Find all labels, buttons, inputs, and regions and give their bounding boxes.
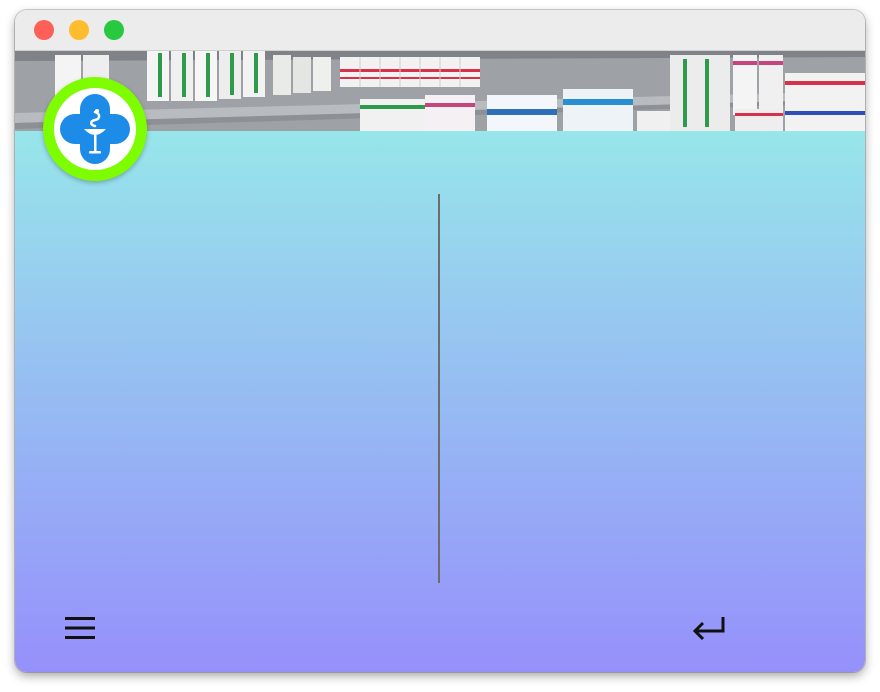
minimize-window-button[interactable] [69,20,89,40]
left-pane [15,131,438,601]
app-body [15,131,865,672]
pharmacy-cross-logo [43,77,147,181]
maximize-window-button[interactable] [104,20,124,40]
return-arrow-icon [692,617,725,641]
hamburger-menu-icon [65,617,95,639]
title-bar [15,10,865,51]
right-pane [440,131,865,601]
close-window-button[interactable] [34,20,54,40]
logo-badge [54,88,136,170]
app-window [15,10,865,672]
medical-cross-icon [60,94,130,164]
return-button[interactable] [688,608,728,648]
hamburger-menu-button[interactable] [62,610,98,646]
